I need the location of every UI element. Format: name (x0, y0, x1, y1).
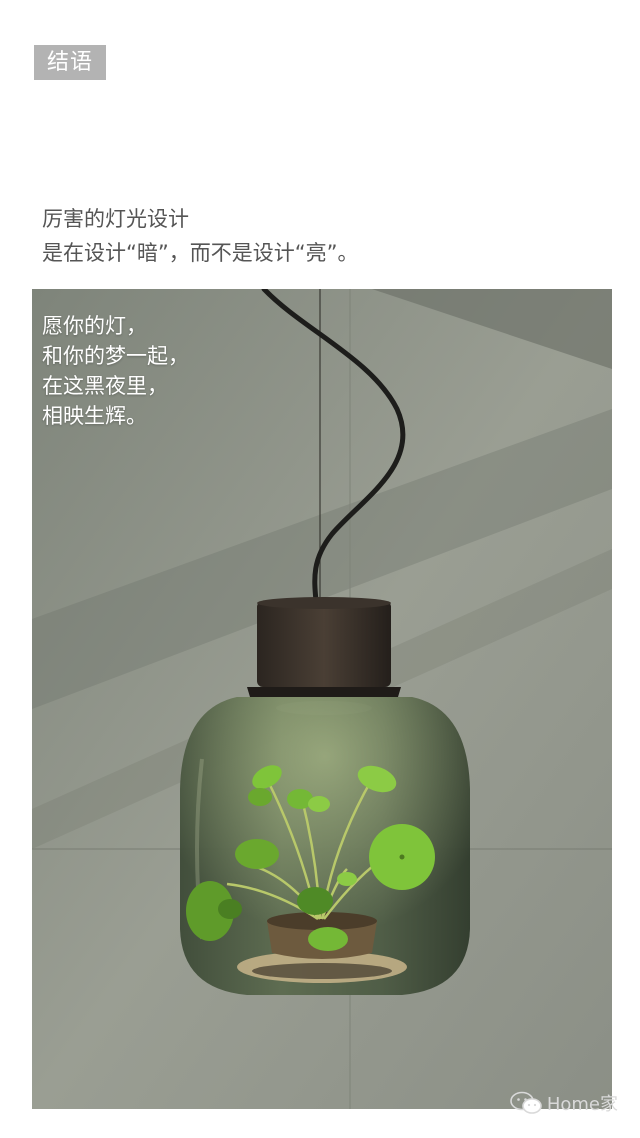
wechat-icon (510, 1091, 542, 1114)
intro-line-2: 是在设计“暗”，而不是设计“亮”。 (42, 241, 359, 265)
intro-text: 厉害的灯光设计 是在设计“暗”，而不是设计“亮”。 (42, 202, 359, 270)
watermark-text: Home家 (546, 1094, 618, 1115)
poem-line: 在这黑夜里， (42, 374, 168, 398)
lamp-photo: 愿你的灯， 和你的梦一起， 在这黑夜里， 相映生辉。 (32, 289, 612, 1109)
poem-line: 愿你的灯， (42, 314, 147, 338)
section-tag: 结语 (34, 45, 106, 80)
poem-line: 相映生辉。 (42, 404, 147, 428)
poem-line: 和你的梦一起， (42, 344, 189, 368)
poem-overlay: 愿你的灯， 和你的梦一起， 在这黑夜里， 相映生辉。 (42, 311, 189, 431)
watermark: Home家 (509, 1090, 618, 1116)
intro-line-1: 厉害的灯光设计 (42, 207, 189, 231)
lamp-cap (257, 601, 391, 687)
